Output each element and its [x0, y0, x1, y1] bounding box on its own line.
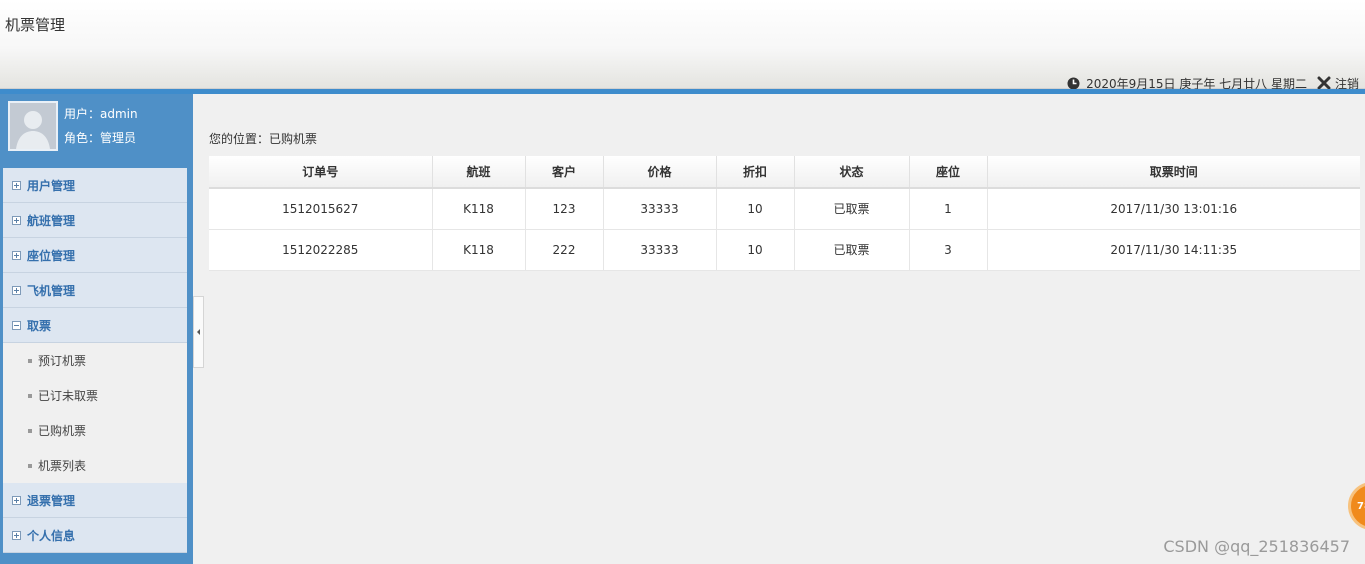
bullet-icon [28, 428, 32, 433]
cell-seat: 3 [909, 229, 988, 271]
col-header-order-no: 订单号 [209, 156, 433, 189]
cell-discount: 10 [716, 188, 795, 230]
expand-plus-icon [12, 180, 21, 190]
menu-item-label: 飞机管理 [27, 283, 76, 298]
col-header-discount: 折扣 [716, 156, 795, 189]
breadcrumb: 您的位置：已购机票 [209, 132, 318, 146]
bullet-icon [28, 393, 32, 398]
cell-order-no: 1512015627 [209, 188, 433, 230]
bullet-icon [28, 463, 32, 468]
badge-count: 78 [1357, 500, 1365, 512]
menu-item-tickets[interactable]: 取票 [3, 308, 187, 343]
app-title: 机票管理 [5, 16, 66, 34]
avatar [8, 101, 58, 151]
logout-icon[interactable] [1317, 76, 1331, 90]
expand-plus-icon [12, 250, 21, 260]
cell-collect-time: 2017/11/30 14:11:35 [987, 229, 1360, 271]
menu-item-label: 航班管理 [27, 213, 76, 228]
menu-item-user-management[interactable]: 用户管理 [3, 168, 187, 203]
sidebar-menu: 用户管理 航班管理 座位管理 飞机管理 取票 预订机票 已订未取票 已购机票 机… [3, 168, 187, 553]
cell-flight: K118 [432, 229, 526, 271]
submenu-item-label: 已购机票 [38, 424, 87, 438]
cell-status: 已取票 [794, 188, 910, 230]
table-header-row: 订单号 航班 客户 价格 折扣 状态 座位 取票时间 [209, 156, 1360, 189]
col-header-flight: 航班 [432, 156, 526, 189]
submenu-item-purchased-tickets[interactable]: 已购机票 [3, 413, 187, 448]
submenu-item-ticket-list[interactable]: 机票列表 [3, 448, 187, 483]
table-row: 1512015627 K118 123 33333 10 已取票 1 2017/… [209, 188, 1360, 230]
table-row: 1512022285 K118 222 33333 10 已取票 3 2017/… [209, 229, 1360, 271]
expand-plus-icon [12, 495, 21, 505]
menu-item-label: 用户管理 [27, 178, 76, 193]
menu-item-personal-info[interactable]: 个人信息 [3, 518, 187, 553]
main-content: 您的位置：已购机票 订单号 航班 客户 价格 折扣 状态 座位 取票时间 151… [204, 94, 1365, 564]
col-header-collect-time: 取票时间 [987, 156, 1360, 189]
submenu-item-label: 已订未取票 [38, 389, 99, 403]
col-header-seat: 座位 [909, 156, 988, 189]
cell-price: 33333 [603, 229, 717, 271]
cell-collect-time: 2017/11/30 13:01:16 [987, 188, 1360, 230]
tickets-table: 订单号 航班 客户 价格 折扣 状态 座位 取票时间 1512015627 K1… [209, 156, 1360, 271]
menu-item-flight-management[interactable]: 航班管理 [3, 203, 187, 238]
col-header-status: 状态 [794, 156, 910, 189]
menu-item-aircraft-management[interactable]: 飞机管理 [3, 273, 187, 308]
clock-icon [1067, 77, 1080, 90]
col-header-customer: 客户 [525, 156, 604, 189]
expand-plus-icon [12, 530, 21, 540]
top-header: 机票管理 2020年9月15日 庚子年 七月廿八 星期二 注销 [0, 0, 1365, 91]
col-header-price: 价格 [603, 156, 717, 189]
user-name: 用户：admin [64, 107, 138, 121]
expand-plus-icon [12, 285, 21, 295]
menu-item-refund-management[interactable]: 退票管理 [3, 483, 187, 518]
watermark: CSDN @qq_251836457 [1163, 537, 1350, 556]
user-info: 用户：admin 角色：管理员 [3, 94, 187, 166]
cell-seat: 1 [909, 188, 988, 230]
sidebar-collapse-handle[interactable] [193, 296, 204, 368]
submenu-item-label: 机票列表 [38, 459, 87, 473]
cell-discount: 10 [716, 229, 795, 271]
cell-status: 已取票 [794, 229, 910, 271]
collapse-minus-icon [12, 320, 21, 330]
collapse-left-arrow-icon [197, 329, 200, 335]
cell-flight: K118 [432, 188, 526, 230]
bullet-icon [28, 358, 32, 363]
submenu-item-booked-not-collected[interactable]: 已订未取票 [3, 378, 187, 413]
user-role: 角色：管理员 [64, 131, 137, 145]
menu-item-label: 座位管理 [27, 248, 76, 263]
expand-plus-icon [12, 215, 21, 225]
cell-price: 33333 [603, 188, 717, 230]
cell-order-no: 1512022285 [209, 229, 433, 271]
submenu-item-label: 预订机票 [38, 354, 87, 368]
menu-item-label: 个人信息 [27, 528, 76, 543]
menu-item-label: 取票 [27, 318, 52, 333]
cell-customer: 123 [525, 188, 604, 230]
menu-item-seat-management[interactable]: 座位管理 [3, 238, 187, 273]
tickets-submenu: 预订机票 已订未取票 已购机票 机票列表 [3, 343, 187, 483]
menu-item-label: 退票管理 [27, 493, 76, 508]
submenu-item-book-ticket[interactable]: 预订机票 [3, 343, 187, 378]
sidebar: 用户：admin 角色：管理员 用户管理 航班管理 座位管理 飞机管理 取票 预… [0, 94, 193, 564]
cell-customer: 222 [525, 229, 604, 271]
